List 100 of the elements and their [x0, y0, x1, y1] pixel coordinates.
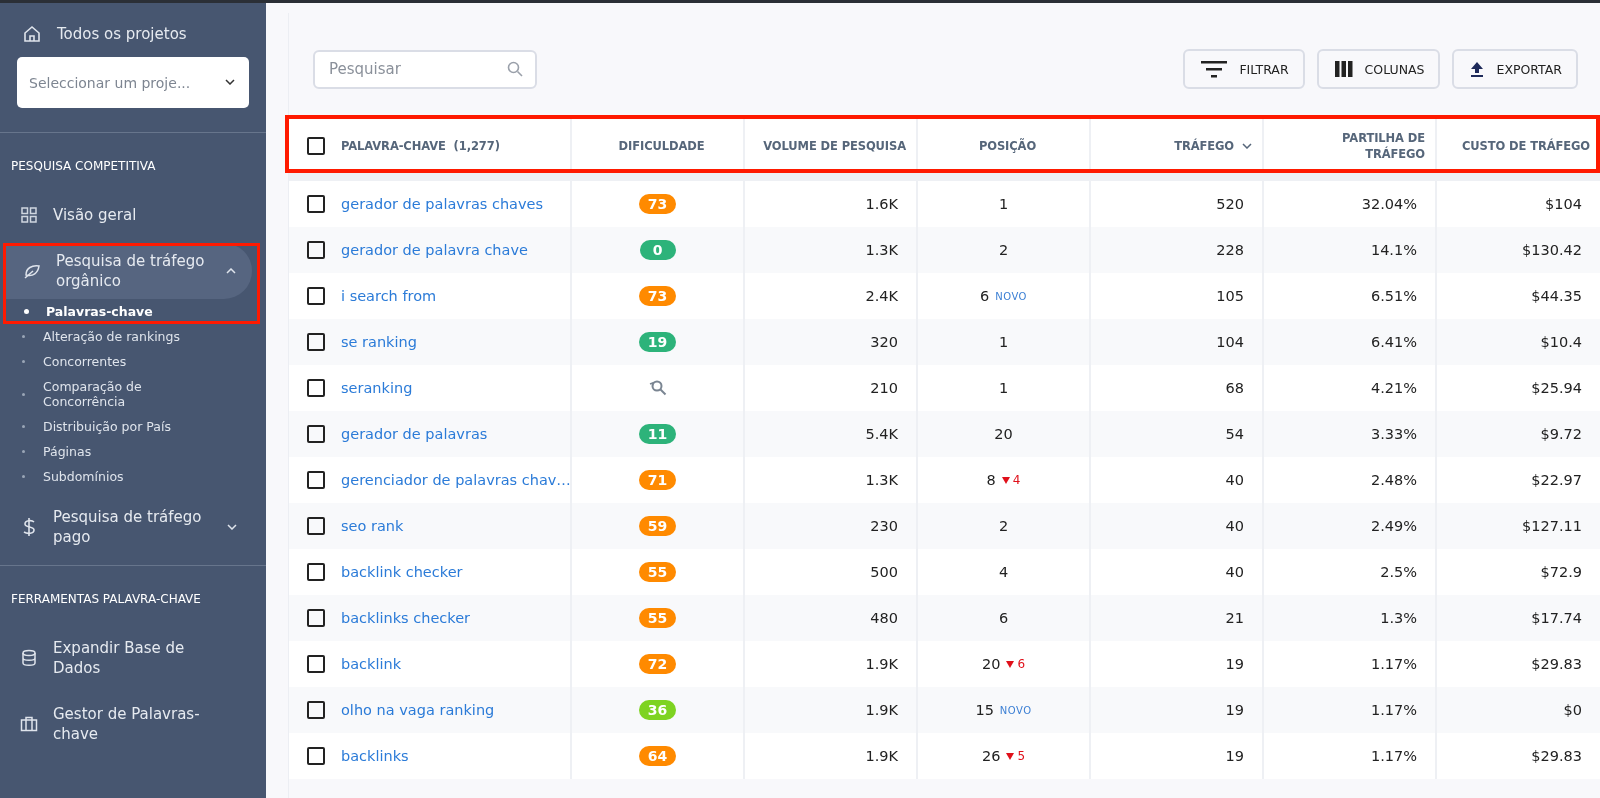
table-cell: 520	[1216, 196, 1244, 212]
table-cell: $130.42	[1522, 242, 1582, 258]
table-cell: 1.3K	[865, 242, 898, 258]
table-cell: 1.17%	[1370, 656, 1417, 672]
table-cell: 320	[870, 334, 898, 350]
row-checkbox[interactable]	[307, 701, 325, 719]
keyword-link[interactable]: backlink checker	[341, 564, 463, 580]
column-header[interactable]: POSIÇÃO	[978, 138, 1037, 154]
table-cell: 1.9K	[865, 702, 898, 718]
table-cell: 40	[1225, 472, 1244, 488]
sidebar-item[interactable]: Expandir Base de Dados	[0, 630, 266, 686]
row-checkbox[interactable]	[307, 517, 325, 535]
table-cell: 21	[1225, 610, 1244, 626]
sidebar-item[interactable]: Visão geral	[0, 197, 266, 233]
table-cell: 20	[994, 426, 1013, 442]
table-cell: 68	[1225, 380, 1244, 396]
submenu-item[interactable]: Distribuição por País	[0, 414, 266, 439]
upload-icon	[1470, 61, 1485, 77]
table-cell: 228	[1216, 242, 1244, 258]
table-cell: $29.83	[1531, 656, 1582, 672]
search-field[interactable]: Pesquisar	[313, 49, 537, 89]
column-header[interactable]: TRÁFEGO	[1174, 138, 1252, 154]
chevron-icon	[225, 79, 235, 85]
table-cell: 4	[998, 564, 1009, 580]
row-checkbox[interactable]	[307, 609, 325, 627]
difficulty-badge: 72	[638, 654, 677, 674]
magnifier-refresh-icon[interactable]	[647, 379, 668, 397]
table-cell: 2	[998, 518, 1009, 534]
toolbar-button[interactable]: COLUNAS	[1316, 49, 1441, 89]
row-checkbox[interactable]	[307, 333, 325, 351]
toolbar-button[interactable]: EXPORTAR	[1452, 49, 1578, 89]
table-cell: 1.3%	[1380, 610, 1417, 626]
row-checkbox[interactable]	[307, 655, 325, 673]
difficulty-badge: 73	[638, 286, 677, 306]
keyword-link[interactable]: i search from	[341, 288, 437, 304]
difficulty-badge: 71	[638, 470, 677, 490]
row-checkbox[interactable]	[307, 747, 325, 765]
keyword-link[interactable]: gerador de palavras	[341, 426, 488, 442]
sidebar-item[interactable]: Pesquisa de tráfego pago	[0, 499, 266, 555]
table-cell: 1.3K	[865, 472, 898, 488]
search-icon	[507, 60, 523, 77]
keyword-link[interactable]: se ranking	[341, 334, 417, 350]
table-cell: $29.83	[1531, 748, 1582, 764]
table-cell: $104	[1545, 196, 1582, 212]
table-cell: $9.72	[1540, 426, 1582, 442]
down-triangle-icon	[1001, 476, 1010, 484]
table-cell: $25.94	[1531, 380, 1582, 396]
table-cell: 1	[998, 196, 1009, 212]
table-cell: 1.17%	[1370, 702, 1417, 718]
row-checkbox[interactable]	[307, 425, 325, 443]
row-checkbox[interactable]	[307, 195, 325, 213]
select-all-checkbox[interactable]	[307, 137, 325, 155]
submenu-item[interactable]: Concorrentes	[0, 349, 266, 374]
table-cell: 210	[870, 380, 898, 396]
difficulty-badge: 11	[638, 424, 677, 444]
difficulty-badge: 64	[638, 746, 677, 766]
table-cell: 2.5%	[1380, 564, 1417, 580]
table-cell: $0	[1563, 702, 1582, 718]
keyword-link[interactable]: backlinks checker	[341, 610, 471, 626]
table-cell: 15	[975, 702, 994, 718]
table-cell: 1	[998, 380, 1009, 396]
sidebar-item[interactable]: Pesquisa de tráfego orgânico	[3, 243, 252, 299]
difficulty-badge: 19	[638, 332, 677, 352]
sidebar-item[interactable]: Gestor de Palavras-chave	[0, 696, 266, 752]
keyword-link[interactable]: seranking	[341, 380, 413, 396]
submenu-item[interactable]: Palavras-chave	[3, 299, 260, 324]
submenu-item[interactable]: Subdomínios	[0, 464, 266, 489]
row-checkbox[interactable]	[307, 563, 325, 581]
difficulty-badge: 59	[638, 516, 677, 536]
row-checkbox[interactable]	[307, 471, 325, 489]
submenu-item[interactable]: Comparação de Concorrência	[0, 374, 266, 414]
project-select[interactable]: Seleccionar um proje...	[17, 57, 249, 108]
submenu-item[interactable]: Páginas	[0, 439, 266, 464]
keyword-link[interactable]: seo rank	[341, 518, 404, 534]
table-cell: 500	[870, 564, 898, 580]
column-header[interactable]: DIFICULDADE	[618, 138, 705, 154]
toolbar-button[interactable]: FILTRAR	[1183, 49, 1305, 89]
all-projects-link[interactable]: Todos os projetos	[57, 25, 187, 43]
table-cell: 40	[1225, 564, 1244, 580]
table-cell: 2	[998, 242, 1009, 258]
table-cell: $72.9	[1540, 564, 1582, 580]
briefcase-icon	[20, 716, 38, 732]
table-cell: $44.35	[1531, 288, 1582, 304]
column-header[interactable]: PALAVRA-CHAVE (1,277)	[341, 138, 500, 154]
difficulty-badge: 36	[638, 700, 677, 720]
keyword-link[interactable]: backlinks	[341, 748, 409, 764]
keyword-link[interactable]: olho na vaga ranking	[341, 702, 495, 718]
table-cell: 6	[998, 610, 1009, 626]
submenu-item[interactable]: Alteração de rankings	[0, 324, 266, 349]
table-cell: 5.4K	[865, 426, 898, 442]
table-cell: 230	[870, 518, 898, 534]
columns-icon	[1334, 61, 1353, 77]
table-cell: 6.41%	[1370, 334, 1417, 350]
row-checkbox[interactable]	[307, 379, 325, 397]
row-checkbox[interactable]	[307, 241, 325, 259]
keyword-link[interactable]: backlink	[341, 656, 402, 672]
table-cell: 1.9K	[865, 748, 898, 764]
chevron-icon	[226, 268, 236, 274]
table-cell: 4.21%	[1370, 380, 1417, 396]
row-checkbox[interactable]	[307, 287, 325, 305]
